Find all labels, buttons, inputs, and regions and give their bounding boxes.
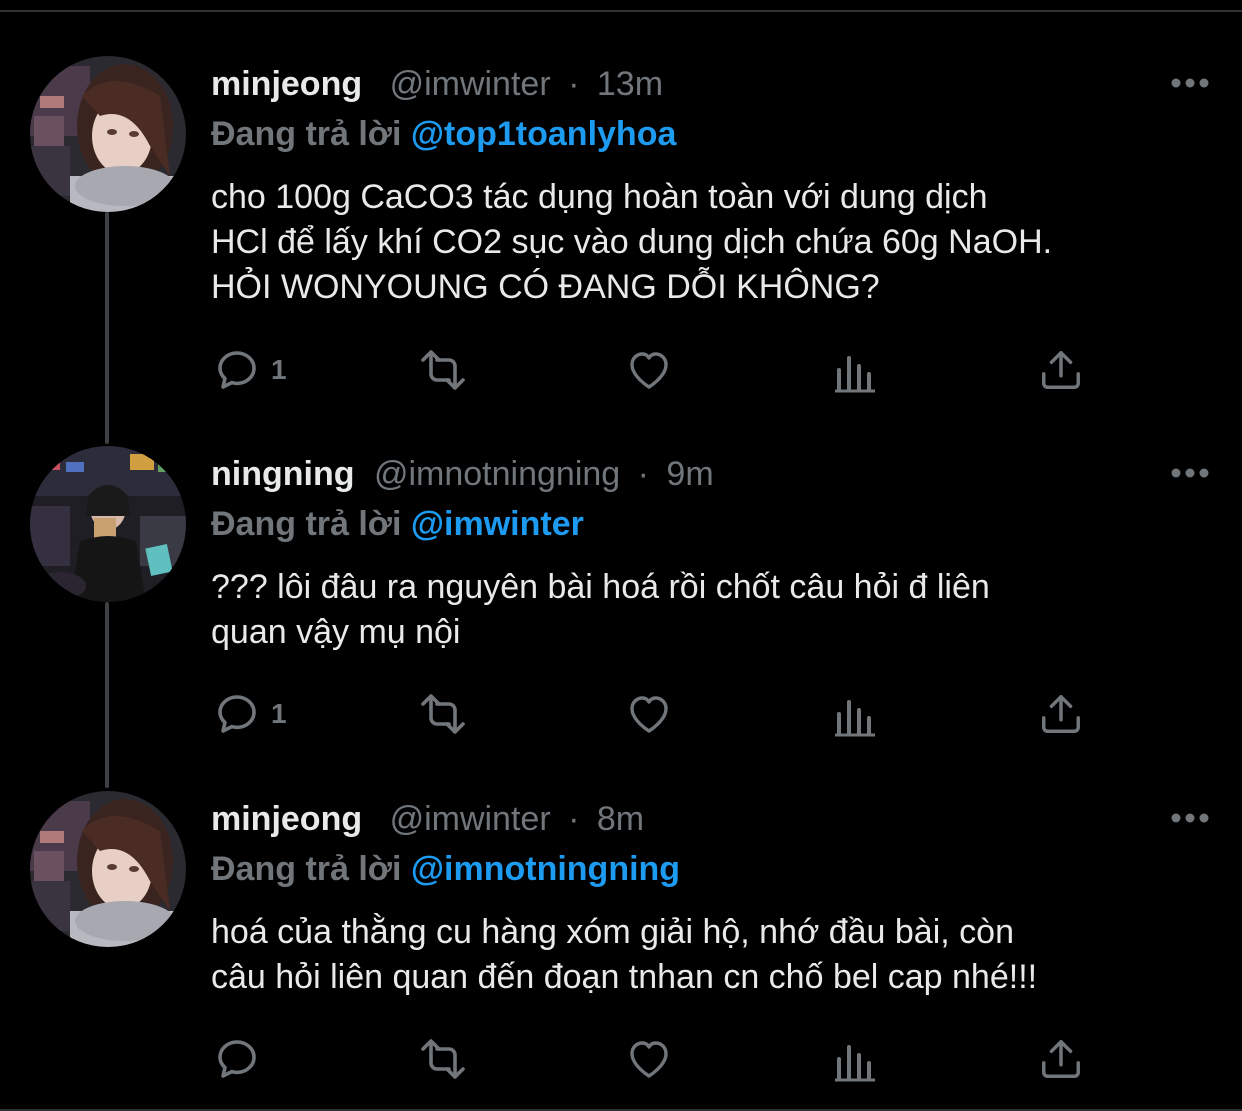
share-button[interactable] — [1038, 1034, 1084, 1084]
share-icon — [1042, 351, 1080, 389]
more-icon[interactable] — [1170, 466, 1210, 480]
reply-count: 1 — [271, 698, 287, 729]
more-icon[interactable] — [1170, 811, 1210, 825]
tweet-content: ningning @imnotningning · 9m Đang trả lờ… — [211, 454, 1202, 655]
reply-prefix: Đang trả lời — [211, 505, 402, 543]
separator: · — [568, 800, 580, 838]
thread-connector-line — [105, 212, 109, 444]
reply-button[interactable] — [213, 1034, 271, 1084]
share-icon — [1042, 1040, 1080, 1078]
timestamp[interactable]: 13m — [597, 65, 663, 103]
tweet-text: ??? lôi đâu ra nguyên bài hoá rồi chốt c… — [211, 568, 990, 651]
display-name[interactable]: minjeong — [211, 800, 362, 838]
reply-icon — [218, 351, 256, 389]
tweet-text: cho 100g CaCO3 tác dụng hoàn toàn với du… — [211, 178, 1053, 306]
display-name[interactable]: ningning — [211, 455, 355, 493]
analytics-icon — [835, 356, 875, 393]
like-button[interactable] — [624, 1034, 674, 1084]
avatar[interactable] — [30, 791, 186, 947]
retweet-icon — [421, 1039, 465, 1079]
tweet-actions — [211, 1034, 1091, 1084]
separator: · — [568, 65, 580, 103]
user-handle[interactable]: @imwinter — [390, 65, 551, 103]
like-icon — [630, 696, 668, 733]
reply-prefix: Đang trả lời — [211, 115, 402, 153]
tweet-content: minjeong @imwinter · 13m Đang trả lời @t… — [211, 64, 1202, 310]
user-handle[interactable]: @imwinter — [390, 800, 551, 838]
retweet-icon — [421, 350, 465, 390]
top-divider — [0, 0, 1242, 12]
reply-context: Đang trả lời @top1toanlyhoa — [211, 114, 1202, 154]
reply-prefix: Đang trả lời — [211, 850, 402, 888]
analytics-icon — [835, 1045, 875, 1082]
timestamp[interactable]: 9m — [666, 455, 713, 493]
like-button[interactable] — [624, 345, 674, 395]
analytics-icon — [835, 700, 875, 737]
tweet-header: ningning @imnotningning · 9m — [211, 454, 1202, 494]
reply-count: 1 — [271, 354, 287, 385]
reply-button[interactable]: 1 — [213, 689, 287, 739]
reply-to-link[interactable]: @imnotningning — [411, 850, 680, 888]
display-name[interactable]: minjeong — [211, 65, 362, 103]
analytics-button[interactable] — [833, 689, 877, 739]
retweet-button[interactable] — [415, 1034, 471, 1084]
reply-context: Đang trả lời @imnotningning — [211, 849, 1202, 889]
tweet-actions: 1 — [211, 345, 1091, 395]
tweet-actions: 1 — [211, 689, 1091, 739]
analytics-button[interactable] — [833, 1034, 877, 1084]
retweet-icon — [421, 694, 465, 734]
reply-context: Đang trả lời @imwinter — [211, 504, 1202, 544]
thread-connector-line — [105, 602, 109, 788]
reply-icon — [218, 695, 256, 733]
share-icon — [1042, 695, 1080, 733]
share-button[interactable] — [1038, 689, 1084, 739]
share-button[interactable] — [1038, 345, 1084, 395]
reply-icon — [218, 1040, 256, 1078]
more-icon[interactable] — [1170, 76, 1210, 90]
separator: · — [637, 455, 649, 493]
tweet-header: minjeong @imwinter · 8m — [211, 799, 1202, 839]
avatar[interactable] — [30, 56, 186, 212]
timestamp[interactable]: 8m — [597, 800, 644, 838]
like-icon — [630, 352, 668, 389]
reply-to-link[interactable]: @imwinter — [411, 505, 584, 543]
like-icon — [630, 1041, 668, 1078]
tweet-header: minjeong @imwinter · 13m — [211, 64, 1202, 104]
user-handle[interactable]: @imnotningning — [374, 455, 620, 493]
tweet-text: hoá của thằng cu hàng xóm giải hộ, nhớ đ… — [211, 913, 1038, 996]
retweet-button[interactable] — [415, 345, 471, 395]
like-button[interactable] — [624, 689, 674, 739]
reply-to-link[interactable]: @top1toanlyhoa — [411, 115, 677, 153]
avatar[interactable] — [30, 446, 186, 602]
reply-button[interactable]: 1 — [213, 345, 287, 395]
tweet-content: minjeong @imwinter · 8m Đang trả lời @im… — [211, 799, 1202, 1000]
analytics-button[interactable] — [833, 345, 877, 395]
retweet-button[interactable] — [415, 689, 471, 739]
